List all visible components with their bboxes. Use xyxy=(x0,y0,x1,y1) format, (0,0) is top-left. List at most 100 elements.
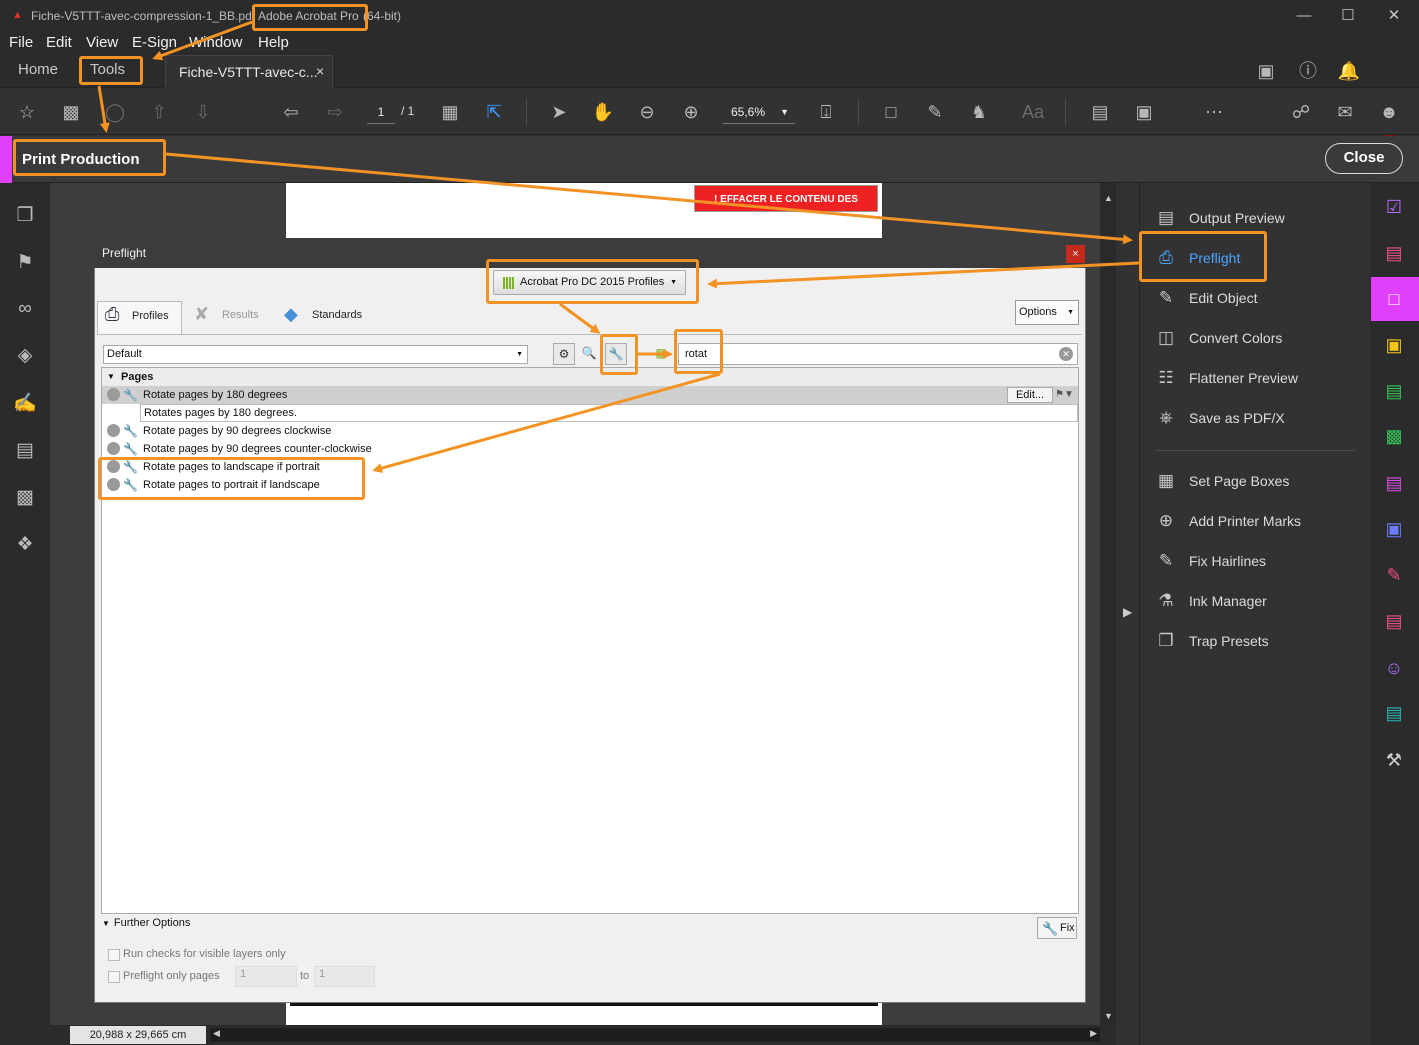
edit-object-item[interactable]: ✎ Edit Object xyxy=(1155,286,1258,310)
text-field-icon[interactable]: ▤ xyxy=(1088,100,1112,124)
help-icon[interactable]: ⓘ xyxy=(1296,59,1320,83)
hand-tool-icon[interactable]: ✋ xyxy=(591,100,615,124)
previous-page-icon[interactable]: ⇧ xyxy=(147,100,171,124)
search-input[interactable]: rotat xyxy=(678,343,1078,365)
rich-media-icon[interactable]: ▣ xyxy=(1382,517,1406,541)
film-media-icon[interactable]: ▤ xyxy=(1382,701,1406,725)
fix-hairlines-item[interactable]: ✎ Fix Hairlines xyxy=(1155,549,1266,573)
create-pdf-icon[interactable]: ▩ xyxy=(1382,424,1406,448)
show-all-checks-button[interactable]: ⚙ xyxy=(553,343,575,365)
toolbox-icon[interactable]: ▣ xyxy=(1132,100,1156,124)
scroll-left-icon[interactable]: ◀ xyxy=(213,1028,220,1039)
comment-icon[interactable]: □ xyxy=(879,100,903,124)
clear-fields-button[interactable]: ! EFFACER LE CONTENU DES CHAMPS ! xyxy=(694,185,878,232)
zoom-level-select[interactable]: 65,6% ▼ xyxy=(723,100,795,124)
find-binoculars-icon[interactable]: ▩ xyxy=(59,100,83,124)
fit-page-icon[interactable]: ⇱ xyxy=(482,100,506,124)
signature-icon[interactable]: ✍ xyxy=(13,392,37,416)
tab-home[interactable]: Home xyxy=(18,61,58,78)
add-user-icon[interactable]: ☻ xyxy=(1377,100,1401,124)
menu-view[interactable]: View xyxy=(86,34,118,51)
set-page-boxes-item[interactable]: ▦ Set Page Boxes xyxy=(1155,469,1289,493)
page-thumbnails-icon[interactable]: ❐ xyxy=(13,204,37,228)
clear-search-icon[interactable]: ✕ xyxy=(1059,347,1073,361)
collapse-right-icon[interactable]: ▶ xyxy=(1123,605,1132,619)
preflight-close-button[interactable]: × xyxy=(1066,245,1085,263)
content-structure-icon[interactable]: ▩ xyxy=(13,486,37,510)
share-screen-icon[interactable]: ▣ xyxy=(1254,59,1278,83)
preflight-only-pages-checkbox[interactable] xyxy=(108,971,120,983)
tab-standards[interactable]: ◆ Standards xyxy=(284,301,362,335)
tab-document[interactable]: Fiche-V5TTT-avec-c... × xyxy=(165,55,333,88)
page-to-input[interactable]: 1 xyxy=(314,966,375,987)
comment-tool-icon[interactable]: ▣ xyxy=(1382,333,1406,357)
star-icon[interactable]: ☆ xyxy=(15,100,39,124)
trap-presets-item[interactable]: ❐ Trap Presets xyxy=(1155,629,1268,653)
horizontal-scrollbar[interactable]: ◀ ▶ xyxy=(210,1028,1100,1042)
list-item[interactable]: 🔧 Rotate pages by 90 degrees clockwise xyxy=(102,422,1078,440)
page-from-input[interactable]: 1 xyxy=(235,966,297,987)
protect-icon[interactable]: ▤ xyxy=(1382,609,1406,633)
print-production-icon[interactable]: □ xyxy=(1382,287,1406,311)
request-signature-icon[interactable]: ✎ xyxy=(1382,563,1406,587)
edit-pdf-icon[interactable]: ▤ xyxy=(1382,471,1406,495)
stamp-icon[interactable]: ♞ xyxy=(967,100,991,124)
zoom-out-icon[interactable]: ⊖ xyxy=(635,100,659,124)
page-thumbnail-icon[interactable]: ▦ xyxy=(438,100,462,124)
fill-sign-icon[interactable]: ☑ xyxy=(1382,195,1406,219)
organize-pages-icon[interactable]: ▤ xyxy=(1382,241,1406,265)
list-item[interactable]: 🔧 Rotate pages by 180 degrees xyxy=(102,386,1078,404)
text-size-icon[interactable]: Aa xyxy=(1021,100,1045,124)
document-icon[interactable]: ▤ xyxy=(13,439,37,463)
visible-layers-checkbox[interactable] xyxy=(108,949,120,961)
filter-bars-icon[interactable]: ▩ xyxy=(650,343,672,365)
minimize-button[interactable]: — xyxy=(1289,5,1319,27)
tab-profiles[interactable]: ⎙ Profiles xyxy=(97,301,182,335)
back-arrow-icon[interactable]: ⇦ xyxy=(279,100,303,124)
notification-bell-icon[interactable]: 🔔 xyxy=(1337,59,1361,83)
menu-esign[interactable]: E-Sign xyxy=(132,34,177,51)
scroll-up-icon[interactable]: ▲ xyxy=(1104,193,1113,203)
flattener-preview-item[interactable]: ☷ Flattener Preview xyxy=(1155,366,1298,390)
search-circle-icon[interactable]: ◯ xyxy=(103,100,127,124)
menu-help[interactable]: Help xyxy=(258,34,289,51)
scroll-mode-icon[interactable]: ⍗ xyxy=(814,100,838,124)
attachment-icon[interactable]: ∞ xyxy=(13,297,37,321)
edit-fixup-button[interactable]: Edit... xyxy=(1007,387,1053,403)
menu-window[interactable]: Window xyxy=(189,34,242,51)
layers-icon[interactable]: ◈ xyxy=(13,344,37,368)
output-preview-item[interactable]: ▤ Output Preview xyxy=(1155,206,1285,230)
profile-filter-select[interactable]: Default ▼ xyxy=(103,345,528,364)
scroll-down-icon[interactable]: ▼ xyxy=(1104,1011,1113,1021)
tag-icon[interactable]: ❖ xyxy=(13,533,37,557)
add-printer-marks-item[interactable]: ⊕ Add Printer Marks xyxy=(1155,509,1301,533)
select-arrow-icon[interactable]: ➤ xyxy=(547,100,571,124)
forward-arrow-icon[interactable]: ⇨ xyxy=(323,100,347,124)
convert-colors-item[interactable]: ◫ Convert Colors xyxy=(1155,326,1282,350)
flag-menu-icon[interactable]: ⚑▼ xyxy=(1055,387,1077,403)
zoom-in-icon[interactable]: ⊕ xyxy=(679,100,703,124)
close-tool-button[interactable]: Close xyxy=(1325,143,1403,174)
menu-edit[interactable]: Edit xyxy=(46,34,72,51)
more-options-icon[interactable]: ⋯ xyxy=(1202,100,1226,124)
accessibility-icon[interactable]: ☺ xyxy=(1382,656,1406,680)
options-dropdown[interactable]: Options ▼ xyxy=(1015,300,1079,325)
vertical-scrollbar[interactable]: ▲ ▼ xyxy=(1100,183,1116,1025)
show-checks-search-icon[interactable]: 🔍 xyxy=(578,343,600,365)
save-as-pdfx-item[interactable]: ⎈ Save as PDF/X xyxy=(1155,406,1285,430)
ink-manager-item[interactable]: ⚗ Ink Manager xyxy=(1155,589,1266,613)
group-header-pages[interactable]: ▼ Pages xyxy=(102,368,1078,386)
list-item[interactable]: 🔧 Rotate pages by 90 degrees counter-clo… xyxy=(102,440,1078,458)
maximize-button[interactable]: ☐ xyxy=(1333,5,1363,27)
document-tab-close[interactable]: × xyxy=(316,63,324,79)
scroll-right-icon[interactable]: ▶ xyxy=(1090,1028,1097,1039)
window-close-button[interactable]: ✕ xyxy=(1379,5,1409,27)
email-icon[interactable]: ✉ xyxy=(1333,100,1357,124)
export-pdf-icon[interactable]: ▤ xyxy=(1382,379,1406,403)
next-page-icon[interactable]: ⇩ xyxy=(191,100,215,124)
highlight-pen-icon[interactable]: ✎ xyxy=(923,100,947,124)
more-tools-icon[interactable]: ⚒ xyxy=(1382,748,1406,772)
page-number-input[interactable]: 1 xyxy=(367,100,395,124)
tab-results[interactable]: ✘ Results xyxy=(194,301,259,335)
menu-file[interactable]: File xyxy=(9,34,33,51)
